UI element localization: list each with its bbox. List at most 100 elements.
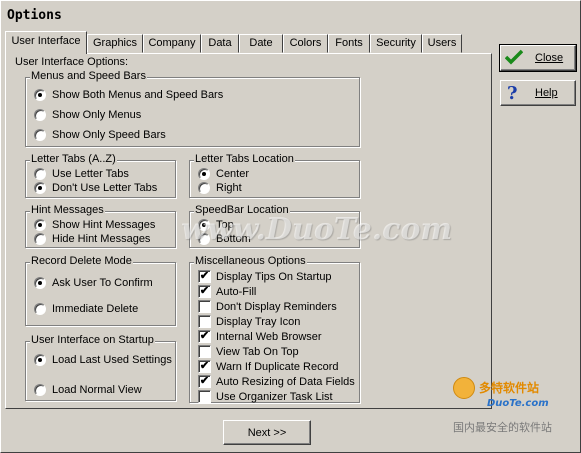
next-button[interactable]: Next >> xyxy=(223,420,311,445)
hint-messages-group: Hint Messages Show Hint Messages Hide Hi… xyxy=(25,204,176,248)
radio-location-right[interactable]: Right xyxy=(198,182,242,194)
group-label: Menus and Speed Bars xyxy=(30,70,147,82)
check-label: Auto Resizing of Data Fields xyxy=(216,375,355,388)
radio-dot xyxy=(34,233,46,245)
user-interface-panel: User Interface Options: Menus and Speed … xyxy=(5,53,492,409)
tab-strip: User Interface Graphics Company Data Dat… xyxy=(5,31,495,54)
radio-label: Bottom xyxy=(216,233,251,245)
check-label: Don't Display Reminders xyxy=(216,300,337,313)
check-label: Internal Web Browser xyxy=(216,330,322,343)
radio-use-letter-tabs[interactable]: Use Letter Tabs xyxy=(34,168,129,180)
window-title: Options xyxy=(3,3,578,29)
radio-dot xyxy=(34,182,46,194)
checkbox: ✔ xyxy=(198,330,211,343)
help-button[interactable]: ? Help xyxy=(500,80,576,106)
speedbar-location-group: SpeedBar Location Top Bottom xyxy=(189,204,360,248)
help-label: Help xyxy=(535,87,558,99)
radio-label: Top xyxy=(216,219,234,231)
tab-users[interactable]: Users xyxy=(422,34,462,53)
radio-label: Use Letter Tabs xyxy=(52,168,129,180)
tab-fonts[interactable]: Fonts xyxy=(328,34,370,53)
radio-dot xyxy=(34,277,46,289)
check-dont-display-reminders[interactable]: Don't Display Reminders xyxy=(198,300,337,313)
radio-label: Show Only Menus xyxy=(52,109,142,121)
radio-label: Don't Use Letter Tabs xyxy=(52,182,158,194)
check-auto-resizing[interactable]: ✔ Auto Resizing of Data Fields xyxy=(198,375,355,388)
tab-company[interactable]: Company xyxy=(143,34,201,53)
tab-user-interface[interactable]: User Interface xyxy=(5,31,87,54)
radio-dot xyxy=(34,354,46,366)
radio-load-normal-view[interactable]: Load Normal View xyxy=(34,384,142,396)
checkbox: ✔ xyxy=(198,270,211,283)
check-display-tray-icon[interactable]: Display Tray Icon xyxy=(198,315,300,328)
question-mark-icon: ? xyxy=(507,82,518,104)
check-auto-fill[interactable]: ✔ Auto-Fill xyxy=(198,285,256,298)
misc-options-group: Miscellaneous Options ✔ Display Tips On … xyxy=(189,255,360,403)
checkbox: ✔ xyxy=(198,375,211,388)
radio-label: Load Last Used Settings xyxy=(52,354,172,366)
radio-immediate-delete[interactable]: Immediate Delete xyxy=(34,303,138,315)
radio-dot xyxy=(198,233,210,245)
radio-dot xyxy=(34,384,46,396)
radio-show-menus[interactable]: Show Only Menus xyxy=(34,109,141,121)
radio-label: Ask User To Confirm xyxy=(52,277,153,289)
close-label: Close xyxy=(535,52,564,64)
next-label: Next >> xyxy=(247,426,287,439)
tab-graphics[interactable]: Graphics xyxy=(87,34,143,53)
check-display-tips[interactable]: ✔ Display Tips On Startup xyxy=(198,270,332,283)
check-label: Display Tips On Startup xyxy=(216,270,332,283)
radio-speedbar-bottom[interactable]: Bottom xyxy=(198,233,251,245)
panel-title: User Interface Options: xyxy=(15,56,129,68)
radio-label: Right xyxy=(216,182,242,194)
radio-location-center[interactable]: Center xyxy=(198,168,249,180)
tab-data[interactable]: Data xyxy=(201,34,239,53)
group-label: User Interface on Startup xyxy=(30,334,155,346)
tab-security[interactable]: Security xyxy=(370,34,422,53)
radio-dot xyxy=(34,303,46,315)
radio-show-hints[interactable]: Show Hint Messages xyxy=(34,219,155,231)
radio-show-both[interactable]: Show Both Menus and Speed Bars xyxy=(34,89,223,101)
tab-colors[interactable]: Colors xyxy=(283,34,328,53)
group-label: Letter Tabs Location xyxy=(194,153,295,165)
menus-speedbars-group: Menus and Speed Bars Show Both Menus and… xyxy=(25,70,360,147)
startup-group: User Interface on Startup Load Last Used… xyxy=(25,334,176,401)
group-label: SpeedBar Location xyxy=(194,204,290,216)
radio-dot xyxy=(34,168,46,180)
check-label: Auto-Fill xyxy=(216,285,257,298)
radio-dot xyxy=(34,109,46,121)
radio-dot xyxy=(34,219,46,231)
check-icon xyxy=(504,49,527,68)
check-organizer-task-list[interactable]: Use Organizer Task List xyxy=(198,390,333,403)
radio-label: Load Normal View xyxy=(52,384,142,396)
radio-label: Hide Hint Messages xyxy=(52,233,151,245)
check-label: View Tab On Top xyxy=(216,345,299,358)
radio-load-last-settings[interactable]: Load Last Used Settings xyxy=(34,354,172,366)
check-warn-duplicate[interactable]: ✔ Warn If Duplicate Record xyxy=(198,360,338,373)
radio-dot xyxy=(198,182,210,194)
radio-dot xyxy=(34,129,46,141)
radio-hide-hints[interactable]: Hide Hint Messages xyxy=(34,233,150,245)
check-internal-web-browser[interactable]: ✔ Internal Web Browser xyxy=(198,330,322,343)
radio-show-speedbars[interactable]: Show Only Speed Bars xyxy=(34,129,166,141)
radio-label: Show Both Menus and Speed Bars xyxy=(52,89,224,101)
radio-dont-use-letter-tabs[interactable]: Don't Use Letter Tabs xyxy=(34,182,157,194)
logo-slogan: 国内最安全的软件站 xyxy=(453,421,552,434)
check-label: Use Organizer Task List xyxy=(216,390,333,403)
radio-speedbar-top[interactable]: Top xyxy=(198,219,234,231)
checkbox xyxy=(198,345,211,358)
check-label: Display Tray Icon xyxy=(216,315,301,328)
tab-date[interactable]: Date xyxy=(239,34,283,53)
radio-dot xyxy=(34,89,46,101)
check-label: Warn If Duplicate Record xyxy=(216,360,339,373)
radio-ask-confirm[interactable]: Ask User To Confirm xyxy=(34,277,153,289)
options-window: Options User Interface Graphics Company … xyxy=(0,0,581,453)
group-label: Hint Messages xyxy=(30,204,105,216)
radio-label: Immediate Delete xyxy=(52,303,139,315)
close-button[interactable]: Close xyxy=(499,44,577,72)
group-label: Record Delete Mode xyxy=(30,255,133,267)
letter-tabs-location-group: Letter Tabs Location Center Right xyxy=(189,153,360,198)
checkbox xyxy=(198,315,211,328)
check-view-tab-on-top[interactable]: View Tab On Top xyxy=(198,345,299,358)
radio-label: Show Only Speed Bars xyxy=(52,129,166,141)
checkbox: ✔ xyxy=(198,285,211,298)
